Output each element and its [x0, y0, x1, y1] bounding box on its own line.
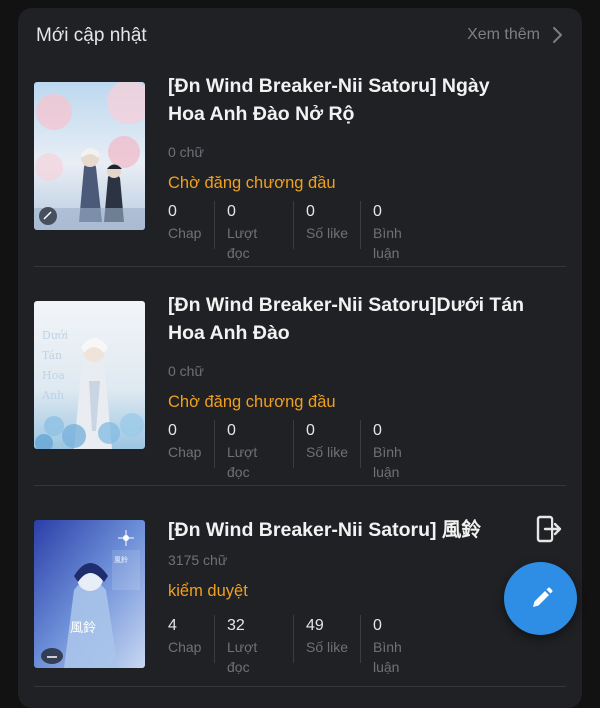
pencil-icon — [532, 587, 552, 607]
story-stats: 0 Chap 0 Lượt đọc 0 Số like 0 Bình luận — [168, 201, 440, 261]
story-cover[interactable]: Dưới Tán Hoa Anh — [34, 301, 145, 449]
divider — [34, 266, 566, 267]
cover-image: 風鈴 風鈴 — [34, 520, 145, 668]
svg-text:風鈴: 風鈴 — [70, 621, 96, 636]
stat-value: 32 — [227, 617, 245, 634]
stat-value: 0 — [373, 617, 382, 634]
story-stats: 0 Chap 0 Lượt đọc 0 Số like 0 Bình luận — [168, 420, 440, 480]
stat-reads: 0 Lượt đọc — [214, 420, 293, 480]
stat-label: Số like — [306, 444, 349, 460]
stat-likes: 0 Số like — [293, 420, 360, 468]
stat-value: 0 — [227, 422, 236, 439]
stat-comments: 0 Bình luận — [360, 615, 440, 675]
stat-label: Bình luận — [373, 444, 402, 480]
stat-chap: 0 Chap — [168, 201, 214, 249]
stat-value: 0 — [227, 203, 236, 220]
story-title[interactable]: [Đn Wind Breaker-Nii Satoru] 風鈴 — [168, 516, 528, 544]
svg-text:Tán: Tán — [42, 349, 62, 362]
svg-text:Dưới: Dưới — [42, 329, 69, 342]
stat-label: Bình luận — [373, 639, 402, 675]
section-title: Mới cập nhật — [36, 25, 147, 46]
divider — [34, 686, 566, 687]
stat-value: 0 — [373, 422, 382, 439]
stat-label: Số like — [306, 225, 349, 241]
stat-label: Lượt đọc — [227, 225, 258, 261]
divider — [34, 485, 566, 486]
stat-value: 0 — [306, 422, 315, 439]
see-more-link[interactable]: Xem thêm — [467, 26, 564, 44]
svg-text:風鈴: 風鈴 — [114, 555, 128, 564]
story-item[interactable]: [Đn Wind Breaker-Nii Satoru] Ngày Hoa An… — [34, 64, 566, 282]
stat-comments: 0 Bình luận — [360, 201, 440, 261]
stat-label: Số like — [306, 639, 349, 655]
word-count: 0 chữ — [168, 363, 204, 379]
story-title[interactable]: [Đn Wind Breaker-Nii Satoru]Dưới Tán Hoa… — [168, 291, 528, 347]
stat-reads: 0 Lượt đọc — [214, 201, 293, 261]
stat-comments: 0 Bình luận — [360, 420, 440, 480]
exit-icon[interactable] — [534, 514, 564, 544]
story-cover[interactable] — [34, 82, 145, 230]
stat-value: 0 — [373, 203, 382, 220]
stat-value: 4 — [168, 617, 177, 634]
write-fab-button[interactable] — [504, 562, 577, 635]
word-count: 0 chữ — [168, 144, 204, 160]
svg-text:Anh: Anh — [41, 389, 64, 402]
stat-label: Lượt đọc — [227, 639, 258, 675]
stat-value: 0 — [168, 203, 177, 220]
story-title[interactable]: [Đn Wind Breaker-Nii Satoru] Ngày Hoa An… — [168, 72, 528, 128]
word-count: 3175 chữ — [168, 552, 228, 568]
stat-label: Chap — [168, 225, 202, 241]
cover-image: Dưới Tán Hoa Anh — [34, 301, 145, 449]
story-status: kiểm duyệt — [168, 582, 248, 600]
story-item[interactable]: 風鈴 風鈴 [Đn Wind Breaker-Nii Satoru] 風鈴 31… — [34, 502, 566, 708]
story-stats: 4 Chap 32 Lượt đọc 49 Số like 0 Bình luậ… — [168, 615, 440, 675]
cover-image — [34, 82, 145, 230]
story-item[interactable]: Dưới Tán Hoa Anh [Đn Wind Breaker-Nii Sa… — [34, 283, 566, 501]
stat-value: 0 — [306, 203, 315, 220]
stat-likes: 0 Số like — [293, 201, 360, 249]
stat-label: Lượt đọc — [227, 444, 258, 480]
stat-chap: 4 Chap — [168, 615, 214, 663]
stat-label: Bình luận — [373, 225, 402, 261]
stat-value: 49 — [306, 617, 324, 634]
story-status: Chờ đăng chương đầu — [168, 393, 336, 411]
stat-label: Chap — [168, 639, 202, 655]
chevron-right-icon — [553, 27, 562, 43]
story-status: Chờ đăng chương đầu — [168, 174, 336, 192]
panel-header: Mới cập nhật Xem thêm — [18, 8, 582, 64]
story-cover[interactable]: 風鈴 風鈴 — [34, 520, 145, 668]
stat-likes: 49 Số like — [293, 615, 360, 663]
see-more-label: Xem thêm — [467, 26, 540, 43]
stat-value: 0 — [168, 422, 177, 439]
stat-reads: 32 Lượt đọc — [214, 615, 293, 675]
recent-updates-panel: Mới cập nhật Xem thêm [Đn Wind Breaker-N… — [18, 8, 582, 708]
stat-label: Chap — [168, 444, 202, 460]
svg-text:Hoa: Hoa — [42, 369, 65, 382]
stat-chap: 0 Chap — [168, 420, 214, 468]
